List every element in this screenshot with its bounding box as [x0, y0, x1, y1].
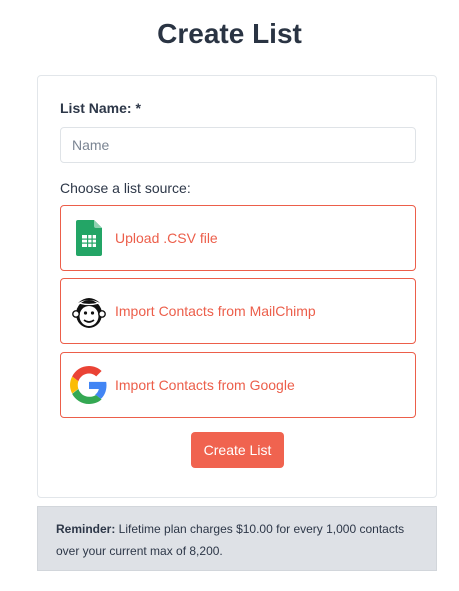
mailchimp-icon [69, 291, 109, 331]
create-list-button[interactable]: Create List [191, 432, 284, 468]
create-list-card: List Name: * Choose a list source: Uploa… [37, 75, 437, 498]
import-google-option[interactable]: Import Contacts from Google [60, 352, 416, 418]
import-mailchimp-label: Import Contacts from MailChimp [115, 303, 316, 319]
list-source-label: Choose a list source: [60, 180, 191, 196]
list-name-label: List Name: * [60, 100, 141, 116]
page-title: Create List [157, 18, 302, 49]
reminder-notice: Reminder: Lifetime plan charges $10.00 f… [37, 506, 437, 571]
google-icon [69, 365, 109, 405]
reminder-prefix: Reminder: [56, 522, 116, 536]
spreadsheet-icon [69, 218, 109, 258]
import-mailchimp-option[interactable]: Import Contacts from MailChimp [60, 278, 416, 344]
upload-csv-option[interactable]: Upload .CSV file [60, 205, 416, 271]
upload-csv-label: Upload .CSV file [115, 230, 218, 246]
import-google-label: Import Contacts from Google [115, 377, 295, 393]
list-name-input[interactable] [60, 127, 416, 163]
